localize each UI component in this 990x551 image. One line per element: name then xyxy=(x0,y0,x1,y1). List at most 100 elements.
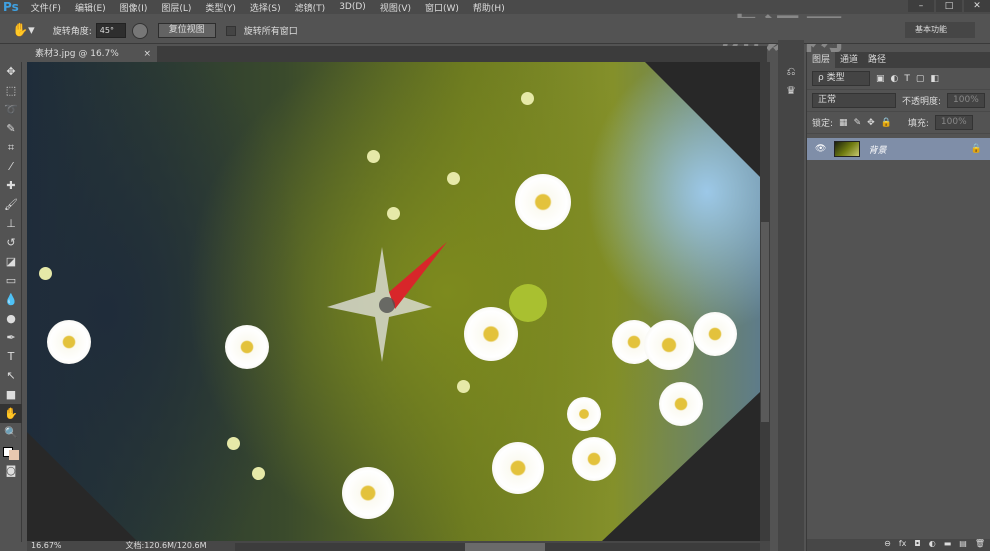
layers-panel: 图层 通道 路径 ρ 类型 ▣ ◐ T ▢ ◧ 正常 不透明度: 100% 锁定… xyxy=(806,52,990,551)
history-brush-icon[interactable]: ↺ xyxy=(0,233,22,252)
fill-input[interactable]: 100% xyxy=(934,115,973,130)
layer-name: 背景 xyxy=(868,145,887,156)
menu-3d[interactable]: 3D(D) xyxy=(339,2,366,12)
lasso-tool-icon[interactable]: ➰ xyxy=(0,100,22,119)
menu-type[interactable]: 类型(Y) xyxy=(205,1,236,14)
document-tab[interactable]: 素材3.jpg @ 16.7%(RGB/8) × xyxy=(27,46,157,75)
type-tool-icon[interactable]: T xyxy=(0,347,22,366)
filter-image-icon[interactable]: ▣ xyxy=(876,74,885,84)
bud xyxy=(252,467,265,480)
delete-layer-icon[interactable]: 🗑 xyxy=(975,539,985,551)
rotate-angle-input[interactable]: 45° xyxy=(95,23,126,38)
rotate-view-tool-icon[interactable]: ✋▾ xyxy=(12,23,35,38)
dodge-tool-icon[interactable]: ● xyxy=(0,309,22,328)
rotate-dial[interactable] xyxy=(131,22,148,39)
document-canvas[interactable] xyxy=(27,62,760,541)
filter-type-icon[interactable]: T xyxy=(904,74,910,84)
rotate-all-windows-checkbox[interactable] xyxy=(225,25,236,36)
layer-row[interactable]: 👁 背景 🔒 xyxy=(807,138,990,160)
history-panel-icon[interactable]: ⎌ xyxy=(778,62,804,81)
photoshop-logo: Ps xyxy=(3,0,19,14)
flower xyxy=(644,320,694,370)
menu-window[interactable]: 窗口(W) xyxy=(425,1,459,14)
document-size: 文档:120.6M/120.6M xyxy=(125,541,207,550)
vertical-scroll-thumb[interactable] xyxy=(761,222,769,422)
lock-pixels-icon[interactable]: ▦ xyxy=(839,118,848,128)
marquee-tool-icon[interactable]: ⬚ xyxy=(0,81,22,100)
brush-tool-icon[interactable]: 🖌 xyxy=(0,195,22,214)
eraser-tool-icon[interactable]: ◪ xyxy=(0,252,22,271)
menu-help[interactable]: 帮助(H) xyxy=(473,1,505,14)
layer-filter-select[interactable]: ρ 类型 xyxy=(812,71,870,86)
lock-paint-icon[interactable]: ✎ xyxy=(854,118,862,128)
path-select-tool-icon[interactable]: ↖ xyxy=(0,366,22,385)
flower xyxy=(47,320,91,364)
healing-tool-icon[interactable]: ✚ xyxy=(0,176,22,195)
tab-layers[interactable]: 图层 xyxy=(807,52,836,68)
reset-view-button[interactable]: 复位视图 xyxy=(157,23,216,38)
new-layer-icon[interactable]: ▤ xyxy=(959,539,967,551)
eye-icon[interactable]: 👁 xyxy=(815,144,826,154)
menu-layer[interactable]: 图层(L) xyxy=(161,1,191,14)
shape-tool-icon[interactable]: ■ xyxy=(0,385,22,404)
actions-panel-icon[interactable]: ♛ xyxy=(778,81,804,100)
tools-panel: ✥ ⬚ ➰ ✎ ⌗ ⁄ ✚ 🖌 ⊥ ↺ ◪ ▭ 💧 ● ✒ T ↖ ■ ✋ 🔍 … xyxy=(0,62,22,542)
hand-tool-icon[interactable]: ✋ xyxy=(0,404,22,423)
blur-tool-icon[interactable]: 💧 xyxy=(0,290,22,309)
lock-label: 锁定: xyxy=(812,119,834,129)
tab-paths[interactable]: 路径 xyxy=(863,52,891,68)
layer-lock-icon: 🔒 xyxy=(970,144,982,154)
rotate-angle-label: 旋转角度: xyxy=(52,27,92,37)
horizontal-scrollbar[interactable] xyxy=(235,543,760,551)
tab-channels[interactable]: 通道 xyxy=(835,52,863,68)
menu-edit[interactable]: 编辑(E) xyxy=(75,1,106,14)
blend-mode-select[interactable]: 正常 xyxy=(812,93,896,108)
quick-mask-icon[interactable]: ◙ xyxy=(0,461,22,480)
crop-tool-icon[interactable]: ⌗ xyxy=(0,138,22,157)
bud xyxy=(521,92,534,105)
link-layers-icon[interactable]: ⊖ xyxy=(884,539,891,551)
vertical-scrollbar[interactable] xyxy=(760,62,770,541)
flower xyxy=(342,467,394,519)
menu-select[interactable]: 选择(S) xyxy=(250,1,281,14)
menu-file[interactable]: 文件(F) xyxy=(31,1,61,14)
stamp-tool-icon[interactable]: ⊥ xyxy=(0,214,22,233)
filter-smart-icon[interactable]: ◧ xyxy=(930,74,939,84)
pen-tool-icon[interactable]: ✒ xyxy=(0,328,22,347)
close-tab-icon[interactable]: × xyxy=(143,46,151,62)
color-swatches[interactable] xyxy=(0,442,22,461)
close-button[interactable]: ✕ xyxy=(964,0,990,12)
gradient-tool-icon[interactable]: ▭ xyxy=(0,271,22,290)
add-mask-icon[interactable]: ◘ xyxy=(914,539,920,551)
rotation-compass-icon xyxy=(327,242,447,362)
adjustment-layer-icon[interactable]: ◐ xyxy=(929,539,936,551)
flower xyxy=(572,437,616,481)
fx-icon[interactable]: fx xyxy=(899,539,907,551)
workspace-select[interactable]: 基本功能 xyxy=(905,22,975,38)
bud xyxy=(447,172,460,185)
horizontal-scroll-thumb[interactable] xyxy=(465,543,545,551)
new-group-icon[interactable]: ▬ xyxy=(944,539,952,551)
flower xyxy=(492,442,544,494)
eyedropper-tool-icon[interactable]: ⁄ xyxy=(0,157,22,176)
menu-filter[interactable]: 滤镜(T) xyxy=(295,1,326,14)
maximize-button[interactable]: □ xyxy=(936,0,962,12)
menu-image[interactable]: 图像(I) xyxy=(120,1,148,14)
menu-view[interactable]: 视图(V) xyxy=(380,1,411,14)
flower xyxy=(693,312,737,356)
opacity-input[interactable]: 100% xyxy=(947,93,985,108)
lock-all-icon[interactable]: 🔒 xyxy=(881,118,892,128)
lock-position-icon[interactable]: ✥ xyxy=(867,118,875,128)
move-tool-icon[interactable]: ✥ xyxy=(0,62,22,81)
bud xyxy=(39,267,52,280)
collapsed-panels: ⎌ ♛ xyxy=(778,40,804,551)
fill-label: 填充: xyxy=(907,119,929,129)
zoom-level[interactable]: 16.67% xyxy=(31,541,62,551)
minimize-button[interactable]: – xyxy=(908,0,934,12)
rotate-all-windows-label: 旋转所有窗口 xyxy=(243,27,298,37)
quick-select-tool-icon[interactable]: ✎ xyxy=(0,119,22,138)
zoom-tool-icon[interactable]: 🔍 xyxy=(0,423,22,442)
filter-adjust-icon[interactable]: ◐ xyxy=(891,74,899,84)
flower xyxy=(225,325,269,369)
filter-shape-icon[interactable]: ▢ xyxy=(916,74,925,84)
